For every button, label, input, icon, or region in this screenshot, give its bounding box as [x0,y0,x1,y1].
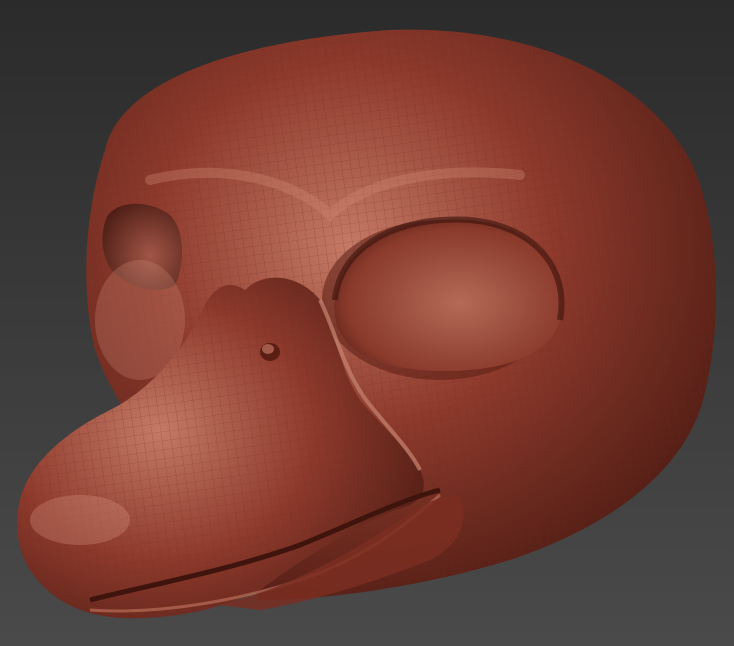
duck-head-sculpt-icon[interactable] [0,0,734,646]
sculpt-viewport[interactable] [0,0,734,646]
